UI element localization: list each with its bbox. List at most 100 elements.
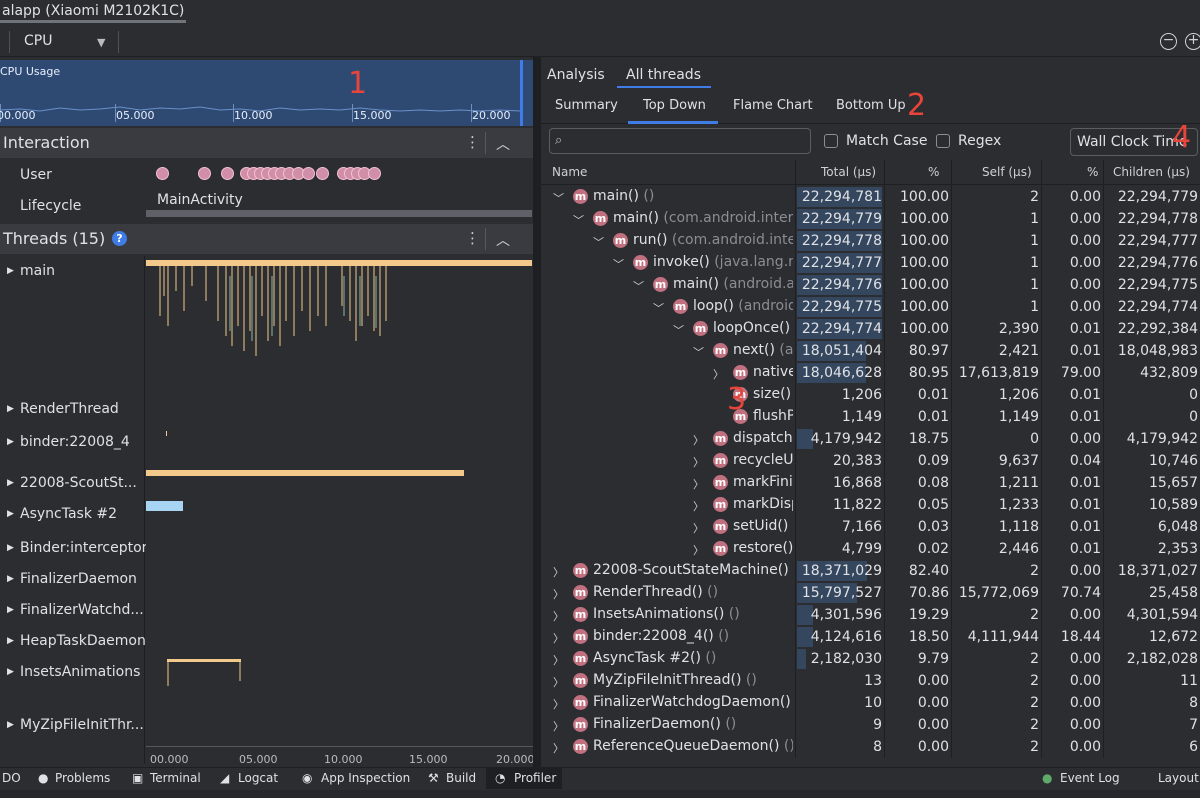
chevron-right-icon[interactable]: 〉 (553, 652, 564, 668)
tab-layout[interactable]: Layout (1158, 771, 1199, 785)
interaction-section-header[interactable]: Interaction ⋮ ︿ (0, 128, 533, 158)
search-input[interactable] (549, 128, 811, 154)
table-row[interactable]: ﹀ m invoke() (java.lang.re 22,294,777 100.00… (541, 252, 1200, 274)
thread-name[interactable]: main (20, 263, 55, 279)
tab-build[interactable]: Build (446, 771, 476, 785)
tab-profiler[interactable]: Profiler (514, 771, 556, 785)
column-header-self[interactable]: Self (µs) (982, 165, 1032, 179)
collapse-icon[interactable]: ︿ (496, 134, 510, 154)
chevron-right-icon[interactable]: 〉 (553, 674, 564, 690)
column-header-self-pct[interactable]: % (1087, 165, 1098, 179)
threads-section-header[interactable]: Threads (15) ? ⋮ ︿ (0, 224, 533, 254)
expand-icon[interactable]: ▶ (7, 266, 14, 276)
chevron-right-icon[interactable]: 〉 (553, 564, 564, 580)
user-event-marker[interactable] (302, 167, 315, 180)
table-row[interactable]: ﹀ m loop() (android 22,294,775 100.00 1 0.00 22… (541, 296, 1200, 318)
table-row[interactable]: ﹀ m main() (android.a 22,294,776 100.00 1 0.00… (541, 274, 1200, 296)
expand-icon[interactable]: ▶ (7, 667, 14, 677)
zoom-in-icon[interactable]: + (1185, 33, 1200, 50)
table-row[interactable]: ﹀ m next() (a 18,051,404 80.97 2,421 0.01 18,04… (541, 340, 1200, 362)
table-row[interactable]: 〉 m FinalizerDaemon() () 9 0.00 2 0.00 7 (541, 714, 1200, 736)
chevron-right-icon[interactable]: 〉 (693, 498, 704, 514)
chevron-down-icon[interactable]: ﹀ (553, 190, 564, 206)
tab-event-log[interactable]: Event Log (1060, 771, 1120, 785)
table-row[interactable]: 〉 m binder:22008_4() () 4,124,616 18.50 4,111… (541, 626, 1200, 648)
chevron-right-icon[interactable]: 〉 (553, 696, 564, 712)
column-header-children[interactable]: Children (µs) (1113, 165, 1190, 179)
table-row[interactable]: 〉 m MyZipFileInitThread() () 13 0.00 2 0.00 11 (541, 670, 1200, 692)
tab-app-inspection[interactable]: App Inspection (321, 771, 410, 785)
table-row[interactable]: 〉 m AsyncTask #2() () 2,182,030 9.79 2 0.00 2,1… (541, 648, 1200, 670)
table-row[interactable]: 〉 m FinalizerWatchdogDaemon() 10 0.00 2 0.00 8 (541, 692, 1200, 714)
thread-name[interactable]: AsyncTask #2 (20, 506, 117, 522)
chevron-right-icon[interactable]: 〉 (693, 542, 704, 558)
tab-analysis[interactable]: Analysis (547, 67, 605, 83)
tab-bottom-up[interactable]: Bottom Up (836, 98, 906, 113)
tab-todo[interactable]: DO (2, 771, 21, 785)
tab-logcat[interactable]: Logcat (238, 771, 278, 785)
chevron-down-icon[interactable]: ﹀ (573, 212, 584, 228)
match-case-checkbox[interactable] (824, 134, 838, 148)
user-event-marker[interactable] (221, 167, 234, 180)
chevron-down-icon[interactable]: ﹀ (613, 256, 624, 272)
table-row[interactable]: 〉 m RenderThread() () 15,797,527 70.86 15,772… (541, 582, 1200, 604)
column-divider[interactable] (951, 160, 952, 758)
table-row[interactable]: ﹀ m main() () 22,294,781 100.00 2 0.00 22,294,7… (541, 186, 1200, 208)
table-row[interactable]: ﹀ m run() (com.android.inte 22,294,778 100.0… (541, 230, 1200, 252)
activity-label[interactable]: MainActivity (157, 192, 243, 208)
profiler-icon[interactable]: ◔ (495, 771, 505, 785)
thread-name[interactable]: InsetsAnimations (20, 664, 140, 680)
table-row[interactable]: 〉 m markFinis 16,868 0.08 1,211 0.01 15,657 (541, 472, 1200, 494)
expand-icon[interactable]: ▶ (7, 720, 14, 730)
cpu-dropdown[interactable]: CPU (24, 33, 52, 49)
chevron-right-icon[interactable]: 〉 (693, 432, 704, 448)
chevron-right-icon[interactable]: 〉 (713, 366, 724, 382)
table-row[interactable]: m flushP 1,149 0.01 1,149 0.01 0 (541, 406, 1200, 428)
table-row[interactable]: 〉 m recycleU 20,383 0.09 9,637 0.04 10,746 (541, 450, 1200, 472)
table-row[interactable]: 〉 m markDisp 11,822 0.05 1,233 0.01 10,589 (541, 494, 1200, 516)
help-icon[interactable]: ? (112, 231, 127, 246)
expand-icon[interactable]: ▶ (7, 605, 14, 615)
thread-name[interactable]: HeapTaskDaemon (20, 633, 146, 649)
expand-icon[interactable]: ▶ (7, 509, 14, 519)
table-row[interactable]: 〉 m restore() 4,799 0.02 2,446 0.01 2,353 (541, 538, 1200, 560)
chevron-down-icon[interactable]: ﹀ (673, 322, 684, 338)
timeline-cursor[interactable] (520, 60, 523, 126)
chevron-down-icon[interactable]: ﹀ (633, 278, 644, 294)
chevron-down-icon[interactable]: ﹀ (653, 300, 664, 316)
table-row[interactable]: m size() 1,206 0.01 1,206 0.01 0 (541, 384, 1200, 406)
table-row[interactable]: ﹀ m loopOnce() 22,294,774 100.00 2,390 0.01 22… (541, 318, 1200, 340)
table-row[interactable]: 〉 m ReferenceQueueDaemon() () 8 0.00 2 0.00 6 (541, 736, 1200, 758)
column-divider[interactable] (1041, 160, 1042, 758)
problems-icon[interactable]: ● (38, 771, 48, 785)
more-options-icon[interactable]: ⋮ (465, 133, 480, 151)
event-log-icon[interactable]: ● (1042, 771, 1052, 785)
thread-name[interactable]: Binder:interceptor (20, 540, 147, 556)
expand-icon[interactable]: ▶ (7, 478, 14, 488)
build-icon[interactable]: ⚒ (428, 771, 439, 785)
expand-icon[interactable]: ▶ (7, 437, 14, 447)
column-header-total-pct[interactable]: % (928, 165, 939, 179)
tab-terminal[interactable]: Terminal (150, 771, 201, 785)
expand-icon[interactable]: ▶ (7, 404, 14, 414)
thread-name[interactable]: MyZipFileInitThr... (20, 717, 144, 733)
chevron-down-icon[interactable]: ▼ (97, 36, 105, 49)
column-divider[interactable] (795, 160, 796, 758)
expand-icon[interactable]: ▶ (7, 636, 14, 646)
user-event-marker[interactable] (156, 167, 169, 180)
table-row[interactable]: 〉 m native 18,046,628 80.95 17,613,819 79.00 4… (541, 362, 1200, 384)
tab-all-threads[interactable]: All threads (626, 67, 701, 83)
table-row[interactable]: 〉 m 22008-ScoutStateMachine() 18,371,029 82… (541, 560, 1200, 582)
chevron-right-icon[interactable]: 〉 (693, 476, 704, 492)
panel-splitter[interactable] (533, 57, 541, 767)
table-row[interactable]: 〉 m dispatchl 4,179,942 18.75 0 0.00 4,179,942 (541, 428, 1200, 450)
thread-tracks[interactable] (146, 256, 533, 746)
chevron-right-icon[interactable]: 〉 (553, 586, 564, 602)
thread-name[interactable]: 22008-ScoutSt... (20, 475, 137, 491)
user-event-marker[interactable] (316, 167, 329, 180)
table-row[interactable]: 〉 m setUid() 7,166 0.03 1,118 0.01 6,048 (541, 516, 1200, 538)
thread-name[interactable]: binder:22008_4 (20, 434, 130, 450)
thread-name[interactable]: RenderThread (20, 401, 119, 417)
regex-label[interactable]: Regex (958, 133, 1001, 149)
app-inspection-icon[interactable]: ◉ (302, 771, 312, 785)
